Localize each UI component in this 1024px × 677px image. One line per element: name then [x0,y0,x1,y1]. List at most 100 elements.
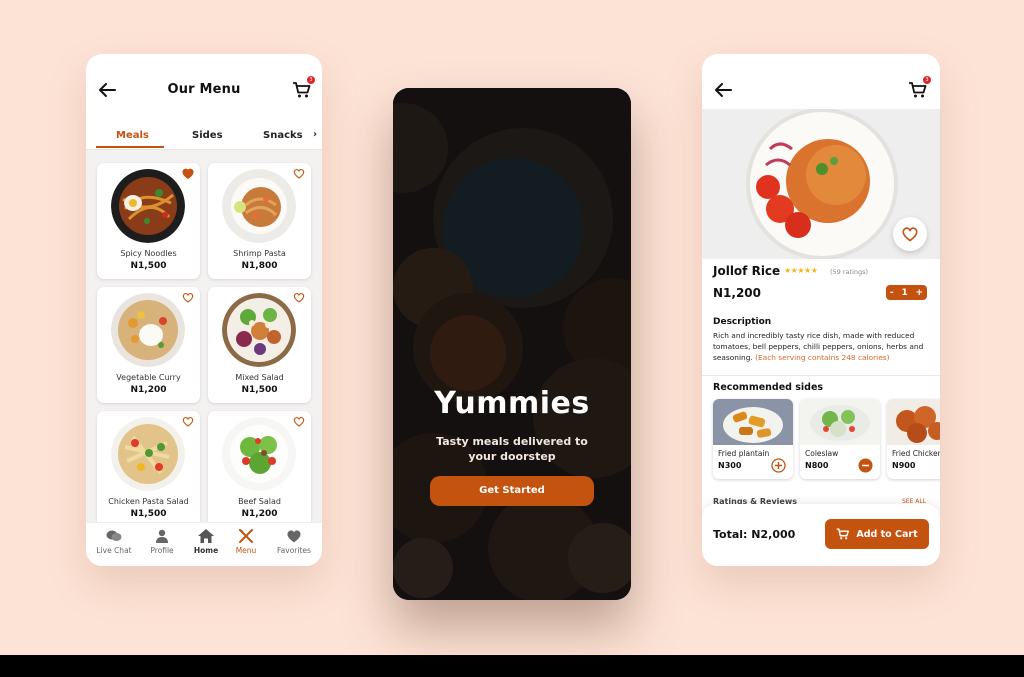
chevron-right-icon[interactable]: › [313,129,317,140]
tagline-line-2: your doorstep [468,450,556,463]
remove-circle-icon[interactable] [858,458,873,473]
dish-name: Jollof Rice [713,264,781,278]
nav-label: Favorites [277,546,311,555]
menu-header: Our Menu 3 [86,54,322,126]
side-price: N900 [892,461,916,470]
cutlery-icon [238,529,253,543]
side-item-card[interactable]: Fried Chicken N900 [887,399,940,479]
item-name: Vegetable Curry [116,373,181,382]
menu-item-card[interactable]: Shrimp Pasta N1,800 [208,163,311,279]
add-circle-icon[interactable] [771,458,786,473]
chat-icon [106,530,122,541]
cart-footer: Total: N2,000 Add to Cart [702,504,940,566]
tab-snacks[interactable]: Snacks [263,130,303,141]
nav-label: Menu [235,546,257,555]
spicy-noodles-image [111,169,185,243]
coleslaw-image [800,399,880,445]
detail-header: 3 [702,54,940,109]
increment-button[interactable]: + [916,288,924,298]
back-arrow-icon[interactable] [714,82,732,98]
side-name: Coleslaw [805,449,839,458]
item-price: N1,200 [130,385,167,395]
favorite-button[interactable] [893,217,927,251]
vegetable-curry-image [111,293,185,367]
favorite-heart-icon[interactable] [293,292,305,303]
heart-icon [287,530,301,543]
splash-screen: Yummies Tasty meals delivered to your do… [393,88,631,600]
page-title: Our Menu [167,82,241,97]
app-title: Yummies [434,386,590,421]
nav-home[interactable]: Home [184,529,228,555]
beef-salad-image [222,417,296,491]
nav-menu[interactable]: Menu [224,529,268,555]
description-text: Rich and incredibly tasty rice dish, mad… [713,330,933,363]
add-to-cart-button[interactable]: Add to Cart [825,519,929,549]
nav-label: Live Chat [96,546,132,555]
decrement-button[interactable]: - [890,288,894,298]
menu-item-card[interactable]: Spicy Noodles N1,500 [97,163,200,279]
side-price: N300 [718,461,742,470]
app-tagline: Tasty meals delivered to your doorstep [423,434,601,464]
side-name: Fried Chicken [892,449,940,458]
section-divider [702,375,940,376]
favorite-heart-icon[interactable] [182,416,194,427]
item-price: N1,500 [130,261,167,271]
menu-screen: Our Menu 3 Meals Sides Snacks › Spicy No… [86,54,322,566]
cart-badge: 3 [923,76,931,84]
item-price: N1,200 [241,509,278,519]
mixed-salad-image [222,293,296,367]
menu-item-card[interactable]: Beef Salad N1,200 [208,411,311,527]
fried-plantain-image [713,399,793,445]
menu-item-card[interactable]: Chicken Pasta Salad N1,500 [97,411,200,527]
home-icon [198,529,214,543]
dish-price: N1,200 [713,286,761,300]
side-name: Fried plantain [718,449,770,458]
side-price: N800 [805,461,829,470]
cart-icon [837,528,850,540]
bottom-black-strip [0,655,1024,677]
side-item-card[interactable]: Coleslaw N800 [800,399,880,479]
quantity-stepper: - 1 + [886,285,927,300]
ratings-count: (59 ratings) [830,268,869,276]
menu-item-card[interactable]: Vegetable Curry N1,200 [97,287,200,403]
tab-active-indicator [96,146,164,148]
cart-button[interactable]: 3 [292,76,315,100]
person-icon [156,529,168,543]
tab-sides[interactable]: Sides [192,130,223,141]
quantity-value: 1 [901,287,908,298]
chicken-pasta-salad-image [111,417,185,491]
item-name: Beef Salad [238,497,281,506]
fried-chicken-image [887,399,940,445]
tab-meals[interactable]: Meals [116,130,149,141]
heart-outline-icon [902,227,918,242]
favorite-heart-icon[interactable] [182,292,194,303]
side-item-card[interactable]: Fried plantain N300 [713,399,793,479]
nav-favorites[interactable]: Favorites [272,529,316,555]
cart-badge: 3 [307,76,315,84]
item-price: N1,500 [241,385,278,395]
shrimp-pasta-image [222,169,296,243]
item-name: Mixed Salad [235,373,284,382]
cart-button[interactable]: 3 [908,76,931,100]
description-heading: Description [713,317,772,327]
favorite-heart-icon[interactable] [293,168,305,179]
bottom-nav: Live Chat Profile Home Menu Favorites [86,522,322,566]
nav-profile[interactable]: Profile [140,529,184,555]
add-to-cart-label: Add to Cart [856,528,918,540]
dish-detail-screen: 3 Jollof Rice ★★★★★ (59 ratings) N1,200 … [702,54,940,566]
total-price: Total: N2,000 [713,528,796,541]
item-name: Spicy Noodles [120,249,177,258]
item-name: Shrimp Pasta [233,249,286,258]
nav-label: Home [193,546,219,555]
favorite-heart-icon[interactable] [182,168,194,179]
menu-item-card[interactable]: Mixed Salad N1,500 [208,287,311,403]
item-name: Chicken Pasta Salad [108,497,189,506]
item-price: N1,500 [130,509,167,519]
nav-live-chat[interactable]: Live Chat [92,529,136,555]
calorie-note: (Each serving contains 248 calories) [755,353,890,362]
star-rating: ★★★★★ [784,266,818,275]
favorite-heart-icon[interactable] [293,416,305,427]
get-started-button[interactable]: Get Started [430,476,594,506]
item-price: N1,800 [241,261,278,271]
recommended-heading: Recommended sides [713,382,824,393]
